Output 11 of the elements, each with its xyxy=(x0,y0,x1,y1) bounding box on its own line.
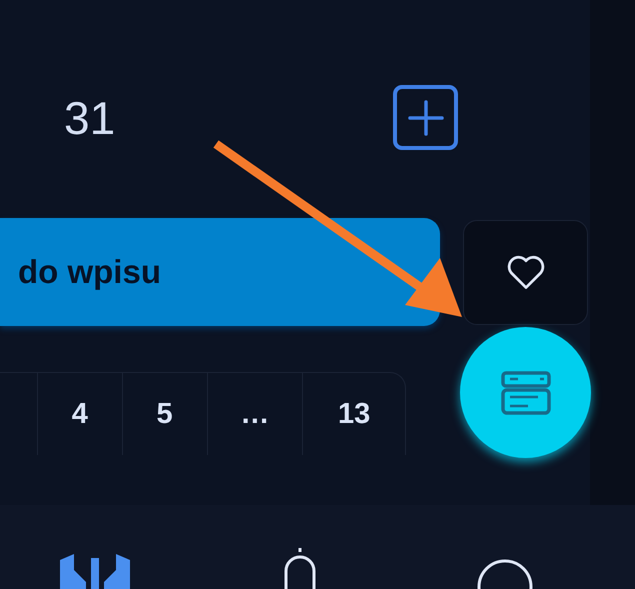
plus-icon xyxy=(406,98,446,138)
add-button[interactable] xyxy=(393,85,458,150)
favorite-button[interactable] xyxy=(463,220,588,324)
profile-icon[interactable] xyxy=(477,557,533,589)
list-icon xyxy=(500,370,552,416)
page-button[interactable]: 4 xyxy=(38,373,123,455)
page-button[interactable]: … xyxy=(208,373,304,455)
page-button[interactable]: 5 xyxy=(122,373,208,455)
page-button[interactable]: 13 xyxy=(303,373,406,455)
day-number: 31 xyxy=(64,90,116,144)
entry-button[interactable]: do wpisu xyxy=(0,218,440,326)
